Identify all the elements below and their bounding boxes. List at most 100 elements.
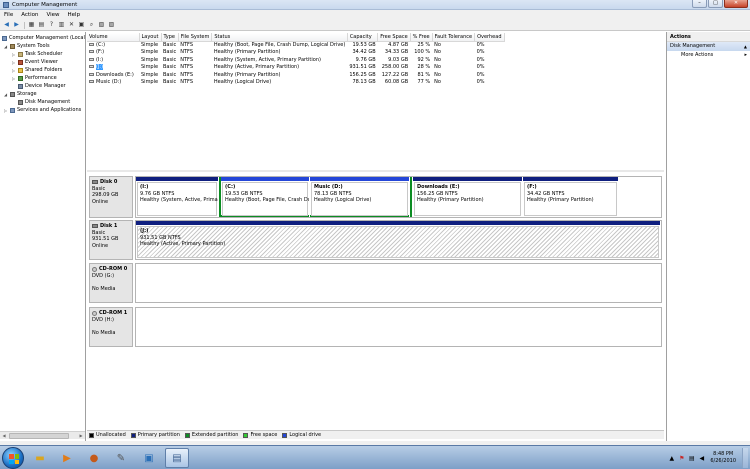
expand-icon[interactable]: ▷ <box>12 52 17 57</box>
expand-icon[interactable]: ▷ <box>4 108 9 113</box>
collapse-icon[interactable]: ◢ <box>4 44 9 49</box>
tree-item-system-tools[interactable]: ◢ System Tools <box>4 42 50 50</box>
disk-0-row: Disk 0 Basic 298.09 GB Online (I:) 9.76 … <box>87 176 664 218</box>
cdrom-0-panel <box>135 263 662 303</box>
scroll-left-icon[interactable]: ◀ <box>0 432 8 440</box>
tree-horizontal-scrollbar[interactable]: ◀ ▶ <box>0 431 85 439</box>
volume-row[interactable]: (J:) Simple Basic NTFS Healthy (Active, … <box>87 64 504 72</box>
menu-file[interactable]: File <box>4 12 13 18</box>
col-file-system[interactable]: File System <box>178 33 213 42</box>
collapse-icon[interactable]: ◢ <box>4 92 9 97</box>
scroll-right-icon[interactable]: ▶ <box>77 432 85 440</box>
col-capacity[interactable]: Capacity <box>347 33 379 42</box>
more-actions-item[interactable]: More Actions ▸ <box>667 51 750 60</box>
tree-item-root[interactable]: Computer Management (Local <box>2 34 85 42</box>
col-layout[interactable]: Layout <box>139 33 162 42</box>
minimize-button[interactable]: – <box>692 0 707 8</box>
partition-downloads-e[interactable]: Downloads (E:) 156.25 GB NTFS Healthy (P… <box>413 177 523 217</box>
tree-item-disk-management[interactable]: Disk Management <box>18 98 71 106</box>
taskbar-media-player-button[interactable]: ▶ <box>55 448 79 468</box>
legend-swatch <box>282 432 288 438</box>
col-percent-free[interactable]: % Free <box>410 33 433 42</box>
disk-1-label[interactable]: Disk 1 Basic 931.51 GB Online <box>89 220 133 260</box>
clock[interactable]: 8:48 PM 6/26/2010 <box>710 451 736 465</box>
taskbar-tools-button[interactable]: ✎ <box>109 448 133 468</box>
cdrom-0-label[interactable]: CD-ROM 0 DVD (G:) No Media <box>89 263 133 303</box>
volume-row[interactable]: (F:) Simple Basic NTFS Healthy (Primary … <box>87 49 504 57</box>
tools-icon <box>10 43 15 49</box>
console-tree-icon[interactable]: ▦ <box>27 21 36 29</box>
media-play-icon: ▶ <box>63 452 71 464</box>
actions-section-disk-management[interactable]: Disk Management ▲ <box>667 42 750 51</box>
partition-i[interactable]: (I:) 9.76 GB NTFS Healthy (System, Activ… <box>136 177 219 217</box>
menu-help[interactable]: Help <box>68 12 81 18</box>
collapse-up-icon[interactable]: ▲ <box>744 42 747 51</box>
taskbar-computer-management-button[interactable]: ▤ <box>165 448 189 468</box>
col-free-space[interactable]: Free Space <box>377 33 411 42</box>
disk-0-label[interactable]: Disk 0 Basic 298.09 GB Online <box>89 176 133 218</box>
rescan-icon[interactable]: ▨ <box>107 21 116 29</box>
menu-action[interactable]: Action <box>21 12 38 18</box>
format-icon[interactable]: ▣ <box>77 21 86 29</box>
expand-icon[interactable]: ▷ <box>12 68 17 73</box>
col-status[interactable]: Status <box>211 33 348 42</box>
tree-item-event-viewer[interactable]: ▷ Event Viewer <box>12 58 58 66</box>
tree-item-shared-folders[interactable]: ▷ Shared Folders <box>12 66 62 74</box>
actions-pane: Actions Disk Management ▲ More Actions ▸ <box>666 32 750 441</box>
refresh-icon[interactable]: ▧ <box>97 21 106 29</box>
list-view-icon[interactable]: ▥ <box>57 21 66 29</box>
partition-j[interactable]: (J:) 931.51 GB NTFS Healthy (Active, Pri… <box>136 221 661 259</box>
volume-row[interactable]: Music (D:) Simple Basic NTFS Healthy (Lo… <box>87 79 504 87</box>
volume-row[interactable]: (C:) Simple Basic NTFS Healthy (Boot, Pa… <box>87 41 504 49</box>
network-status-icon[interactable]: ▤ <box>688 455 695 462</box>
expand-icon[interactable]: ▷ <box>12 60 17 65</box>
taskbar-explorer-button[interactable]: ▬ <box>28 448 52 468</box>
tree-item-device-manager[interactable]: Device Manager <box>18 82 66 90</box>
window-title: Computer Management <box>12 2 78 8</box>
start-button[interactable] <box>2 447 24 469</box>
legend-item: Free space <box>243 432 277 438</box>
volume-icon[interactable]: ◀ <box>698 455 705 462</box>
menu-view[interactable]: View <box>46 12 59 18</box>
expand-icon[interactable]: ▷ <box>12 76 17 81</box>
maximize-button[interactable]: □ <box>708 0 723 8</box>
col-type[interactable]: Type <box>161 33 179 42</box>
col-volume[interactable]: Volume <box>87 33 140 42</box>
volume-list-header: Volume Layout Type File System Status Ca… <box>87 33 505 42</box>
legend-swatch <box>89 432 94 438</box>
forward-arrow-icon[interactable]: ▶ <box>12 21 21 29</box>
scroll-thumb[interactable] <box>9 433 69 439</box>
storage-icon <box>10 91 15 97</box>
event-log-icon <box>18 59 23 65</box>
action-center-flag-icon[interactable]: ⚑ <box>678 455 685 462</box>
taskbar-firefox-button[interactable]: ● <box>82 448 106 468</box>
tree-item-services[interactable]: ▷ Services and Applications <box>4 106 81 114</box>
volume-icon <box>89 80 94 84</box>
col-fault-tolerance[interactable]: Fault Tolerance <box>432 33 476 42</box>
menu-bar: File Action View Help <box>0 10 750 20</box>
cdrom-1-row: CD-ROM 1 DVD (H:) No Media <box>87 307 664 347</box>
back-arrow-icon[interactable]: ◀ <box>2 21 11 29</box>
cdrom-1-label[interactable]: CD-ROM 1 DVD (H:) No Media <box>89 307 133 347</box>
volume-row[interactable]: (I:) Simple Basic NTFS Healthy (System, … <box>87 56 504 64</box>
volume-row[interactable]: Downloads (E:) Simple Basic NTFS Healthy… <box>87 71 504 79</box>
partition-music-d[interactable]: Music (D:) 78.13 GB NTFS Healthy (Logica… <box>310 177 410 217</box>
col-overhead[interactable]: Overhead <box>474 33 505 42</box>
properties-icon[interactable]: ▤ <box>37 21 46 29</box>
show-desktop-button[interactable] <box>742 448 748 468</box>
tree-item-storage[interactable]: ◢ Storage <box>4 90 37 98</box>
tools-icon: ✎ <box>116 452 126 464</box>
show-hidden-icons-icon[interactable]: ▲ <box>668 455 675 462</box>
close-button[interactable]: ✕ <box>724 0 748 8</box>
volume-icon <box>89 65 94 69</box>
folder-icon <box>18 67 23 73</box>
taskbar-network-button[interactable]: ▣ <box>137 448 161 468</box>
search-disk-icon[interactable]: ⌕ <box>87 21 96 29</box>
delete-icon[interactable]: ✕ <box>67 21 76 29</box>
tree-item-performance[interactable]: ▷ Performance <box>12 74 57 82</box>
help-icon[interactable]: ? <box>47 21 56 29</box>
partition-c[interactable]: (C:) 19.53 GB NTFS Healthy (Boot, Page F… <box>221 177 310 217</box>
window-controls: – □ ✕ <box>691 0 748 9</box>
partition-f[interactable]: (F:) 34.42 GB NTFS Healthy (Primary Part… <box>523 177 619 217</box>
tree-item-task-scheduler[interactable]: ▷ Task Scheduler <box>12 50 62 58</box>
